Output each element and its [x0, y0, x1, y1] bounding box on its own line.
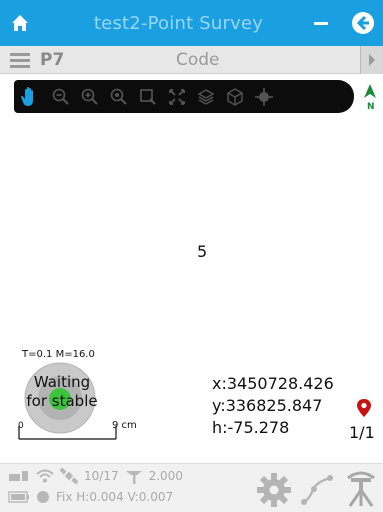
layers-icon	[197, 88, 214, 105]
h-coordinate: h:-75.278	[212, 418, 290, 437]
zoom-window-tool[interactable]	[133, 80, 162, 113]
waiting-status: Waiting for stable	[22, 373, 102, 411]
satellite-count: 10/17	[84, 469, 119, 483]
map-toolbar	[14, 80, 354, 113]
code-expand-button[interactable]	[360, 45, 383, 74]
minimize-icon	[314, 22, 328, 25]
code-input[interactable]: Code	[170, 50, 360, 70]
base-map-tool[interactable]	[220, 80, 249, 113]
home-button[interactable]	[0, 0, 40, 46]
waiting-line-2: for stable	[26, 392, 98, 410]
antenna-icon	[125, 468, 143, 484]
zoom-extent-tool[interactable]	[162, 80, 191, 113]
zoom-in-icon	[81, 88, 98, 105]
point-list-button[interactable]	[0, 46, 40, 74]
location-pin-button[interactable]	[355, 398, 373, 418]
scale-end-label: 9 cm	[112, 420, 137, 431]
locate-tool[interactable]	[249, 80, 278, 113]
target-icon	[254, 87, 273, 106]
stakeout-button[interactable]	[342, 466, 380, 508]
wifi-icon	[36, 469, 54, 483]
pan-tool[interactable]	[14, 80, 46, 113]
satellite-icon	[60, 468, 78, 484]
scale-start-label: 0	[18, 421, 24, 431]
zoom-reset-tool[interactable]	[104, 80, 133, 113]
zoom-in-tool[interactable]	[75, 80, 104, 113]
map-pin-icon	[357, 399, 371, 417]
title-bar: test2-Point Survey	[0, 0, 383, 46]
zoom-out-icon	[52, 88, 69, 105]
north-arrow-icon: N	[355, 84, 376, 112]
status-row-top: 10/17 2.000	[8, 468, 183, 484]
fix-status-dot-icon	[36, 490, 50, 504]
zoom-reset-icon	[110, 88, 127, 105]
point-survey-screen: test2-Point Survey P7 Code N 5 T=0.1 M=1…	[0, 0, 383, 512]
x-coordinate: x:3450728.426	[212, 374, 334, 393]
back-button[interactable]	[343, 0, 383, 46]
coordinate-readout: x:3450728.426 y:336825.847 h:-75.278	[212, 373, 334, 439]
minimize-button[interactable]	[299, 0, 343, 46]
layers-tool[interactable]	[191, 80, 220, 113]
pan-hand-icon	[21, 86, 33, 106]
page-count: 1/1	[349, 423, 375, 442]
zoom-window-icon	[139, 88, 156, 105]
page-title: test2-Point Survey	[93, 12, 264, 34]
svg-text:N: N	[367, 102, 375, 112]
list-menu-icon	[10, 52, 30, 68]
chevron-right-icon	[369, 53, 375, 66]
home-icon	[12, 15, 28, 31]
zoom-extent-icon	[168, 88, 185, 105]
waiting-line-1: Waiting	[33, 373, 91, 391]
y-coordinate: y:336825.847	[212, 396, 323, 415]
curve-tool-button[interactable]	[300, 472, 334, 506]
base-map-icon	[226, 87, 243, 106]
back-arrow-icon	[352, 12, 374, 34]
status-row-bottom: Fix H:0.004 V:0.007	[8, 490, 173, 504]
north-arrow-button[interactable]: N	[353, 82, 381, 114]
stakeout-tripod-icon	[347, 471, 375, 507]
device-link-icon	[8, 469, 30, 483]
zoom-out-tool[interactable]	[46, 80, 75, 113]
tolerance-text: T=0.1 M=16.0	[22, 349, 95, 360]
fix-status-text: Fix H:0.004 V:0.007	[56, 490, 174, 504]
antenna-height: 2.000	[148, 469, 183, 483]
settings-button[interactable]	[256, 472, 292, 508]
battery-icon	[8, 491, 30, 503]
point-name-field[interactable]: P7	[40, 50, 170, 70]
point-code-row: P7 Code	[0, 45, 383, 74]
gear-icon	[257, 473, 291, 507]
curve-icon	[301, 475, 333, 505]
map-point-label[interactable]: 5	[197, 242, 207, 261]
